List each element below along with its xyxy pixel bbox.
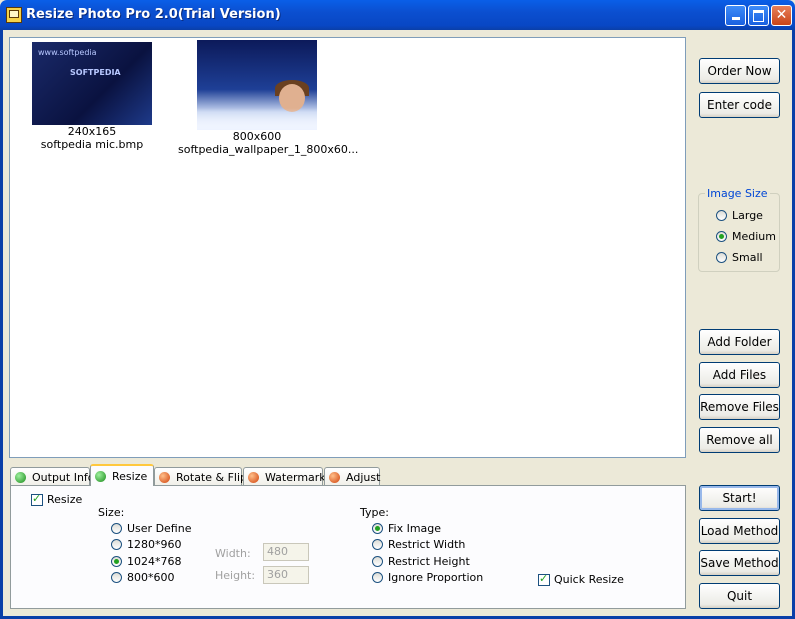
orange-ball-icon [248,471,259,483]
close-button[interactable]: ✕ [771,5,792,26]
radio-label: Large [732,209,763,222]
thumbnail-dimensions: 240x165 [67,125,117,138]
radio-icon [716,231,727,242]
size-1280x960-radio[interactable]: 1280*960 [111,538,182,551]
radio-icon [111,539,122,550]
checkbox-icon [31,492,43,506]
image-size-small-radio[interactable]: Small [716,251,763,264]
thumbnail-logo-text: SOFTPEDIA [70,68,121,77]
type-fix-image-radio[interactable]: Fix Image [372,522,441,535]
maximize-icon [753,10,764,22]
tab-label: Resize [112,469,148,483]
quick-resize-checkbox[interactable]: Quick Resize [538,572,624,586]
radio-label: Small [732,251,763,264]
type-ignore-proportion-radio[interactable]: Ignore Proportion [372,571,483,584]
orange-ball-icon [329,471,340,483]
tab-label: Watermark [265,470,326,484]
radio-label: Medium [732,230,776,243]
orange-ball-icon [159,471,170,483]
radio-icon [372,572,383,583]
radio-icon [111,572,122,583]
thumbnail-filename: softpedia_wallpaper_1_800x60... [178,143,359,156]
minimize-button[interactable] [725,5,746,26]
window-title: Resize Photo Pro 2.0(Trial Version) [26,7,281,22]
image-size-medium-radio[interactable]: Medium [716,230,776,243]
image-size-large-radio[interactable]: Large [716,209,763,222]
width-input[interactable]: 480 [263,543,309,561]
resize-checkbox[interactable]: Resize [31,492,83,506]
radio-label: 800*600 [127,571,175,584]
thumbnail-dimensions: 800x600 [232,130,282,143]
add-folder-button[interactable]: Add Folder [699,329,780,355]
radio-icon [111,556,122,567]
image-size-legend: Image Size [705,187,770,200]
type-label: Type: [360,506,389,519]
order-now-button[interactable]: Order Now [699,58,780,84]
window-frame-left [0,30,3,619]
tab-label: Rotate & Flip [176,470,248,484]
add-files-button[interactable]: Add Files [699,362,780,388]
load-method-button[interactable]: Load Method [699,518,780,544]
remove-all-button[interactable]: Remove all [699,427,780,453]
radio-icon [372,523,383,534]
quit-button[interactable]: Quit [699,583,780,609]
radio-label: Ignore Proportion [388,571,484,584]
minimize-icon [731,17,740,20]
radio-label: Restrict Height [388,555,470,568]
start-button[interactable]: Start! [699,485,780,511]
checkbox-label: Quick Resize [554,573,624,586]
radio-label: Fix Image [388,522,442,535]
size-1024x768-radio[interactable]: 1024*768 [111,555,182,568]
height-label: Height: [215,569,256,582]
thumbnail-item[interactable]: 800x600 softpedia_wallpaper_1_800x60... [178,40,359,156]
radio-label: 1024*768 [127,555,182,568]
radio-label: Restrict Width [388,538,466,551]
radio-label: 1280*960 [127,538,182,551]
radio-icon [716,210,727,221]
thumbnail-image [197,40,317,130]
green-ball-icon [95,470,106,482]
maximize-button[interactable] [748,5,769,26]
height-input[interactable]: 360 [263,566,309,584]
radio-icon [372,556,383,567]
tab-label: Adjust [346,470,381,484]
tab-rotate-flip[interactable]: Rotate & Flip [154,467,247,486]
size-800x600-radio[interactable]: 800*600 [111,571,175,584]
size-label: Size: [98,506,125,519]
type-restrict-height-radio[interactable]: Restrict Height [372,555,470,568]
radio-icon [111,523,122,534]
app-icon [6,7,22,23]
checkbox-label: Resize [47,493,83,506]
radio-icon [372,539,383,550]
thumbnail-filename: softpedia mic.bmp [40,138,144,151]
thumbnail-url-text: www.softpedia [38,48,97,57]
checkbox-icon [538,572,550,586]
image-list-view[interactable]: www.softpedia SOFTPEDIA 240x165 softpedi… [9,37,686,458]
resize-panel: Resize Size: User Define 1280*960 1024*7… [10,485,686,609]
tab-label: Output Info [32,470,95,484]
title-bar[interactable]: Resize Photo Pro 2.0(Trial Version) ✕ [0,0,795,30]
size-user-define-radio[interactable]: User Define [111,522,191,535]
image-size-group: Image Size Large Medium Small [698,187,780,272]
tab-resize[interactable]: Resize [90,464,154,486]
save-method-button[interactable]: Save Method [699,550,780,576]
thumbnail-image: www.softpedia SOFTPEDIA [32,42,152,125]
radio-icon [716,252,727,263]
width-label: Width: [215,547,251,560]
tab-watermark[interactable]: Watermark [243,467,326,486]
green-ball-icon [15,471,26,483]
tab-adjust[interactable]: Adjust [324,467,380,486]
radio-label: User Define [127,522,192,535]
thumbnail-item[interactable]: www.softpedia SOFTPEDIA 240x165 softpedi… [30,42,154,151]
remove-files-button[interactable]: Remove Files [699,394,780,420]
close-icon: ✕ [775,7,788,23]
type-restrict-width-radio[interactable]: Restrict Width [372,538,465,551]
tab-output-info[interactable]: Output Info [10,467,95,486]
enter-code-button[interactable]: Enter code [699,92,780,118]
